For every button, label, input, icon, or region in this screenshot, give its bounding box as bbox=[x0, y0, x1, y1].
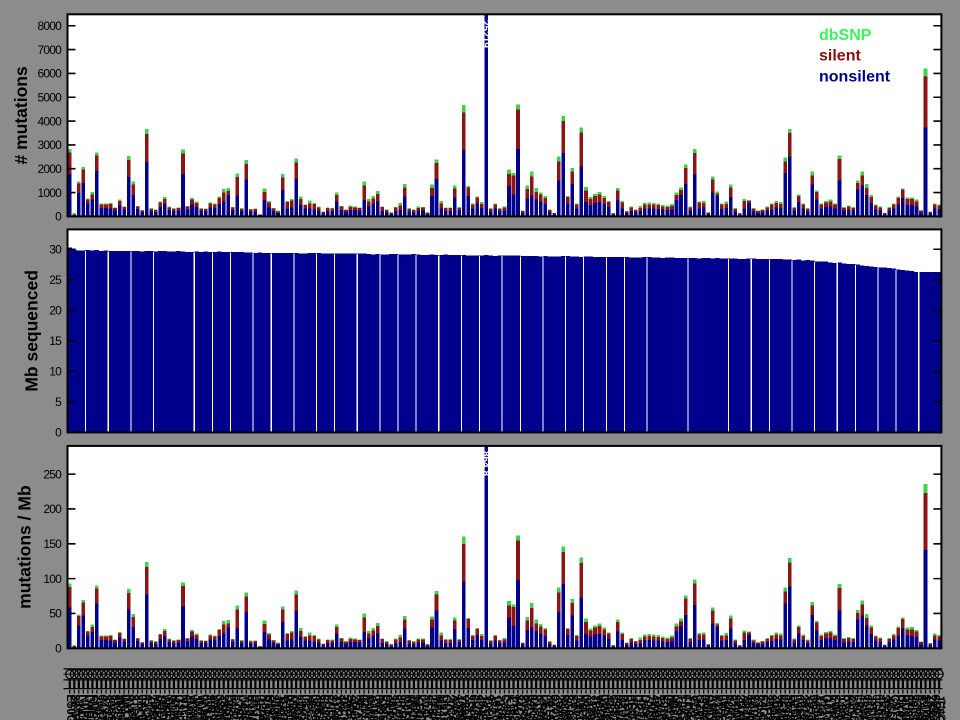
svg-text:50: 50 bbox=[49, 607, 62, 621]
svg-text:# mutations: # mutations bbox=[11, 66, 31, 164]
svg-text:2000: 2000 bbox=[38, 162, 63, 176]
svg-text:25219: 25219 bbox=[480, 20, 491, 48]
svg-text:200: 200 bbox=[43, 502, 62, 516]
svg-text:150: 150 bbox=[43, 537, 62, 551]
svg-text:4000: 4000 bbox=[38, 114, 63, 128]
svg-text:mutations / Mb: mutations / Mb bbox=[15, 485, 35, 608]
svg-text:20: 20 bbox=[49, 303, 62, 317]
svg-text:3000: 3000 bbox=[38, 138, 63, 152]
svg-text:7000: 7000 bbox=[38, 43, 63, 57]
svg-text:8000: 8000 bbox=[38, 19, 63, 33]
svg-text:864.8: 864.8 bbox=[480, 451, 491, 476]
svg-text:6000: 6000 bbox=[38, 67, 63, 81]
svg-text:nonsilent: nonsilent bbox=[819, 68, 891, 85]
svg-text:1000: 1000 bbox=[38, 186, 63, 200]
svg-text:250: 250 bbox=[43, 467, 62, 481]
svg-text:silent: silent bbox=[819, 48, 861, 65]
svg-text:CNCXW: CNCXW bbox=[935, 698, 947, 720]
svg-text:15: 15 bbox=[49, 334, 62, 348]
svg-text:100: 100 bbox=[43, 572, 62, 586]
svg-text:5000: 5000 bbox=[38, 90, 63, 104]
svg-text:dbSNP: dbSNP bbox=[819, 27, 872, 44]
svg-text:30: 30 bbox=[49, 242, 62, 256]
svg-text:25: 25 bbox=[49, 273, 62, 287]
svg-text:10: 10 bbox=[49, 365, 62, 379]
svg-text:Mb sequenced: Mb sequenced bbox=[22, 270, 42, 392]
